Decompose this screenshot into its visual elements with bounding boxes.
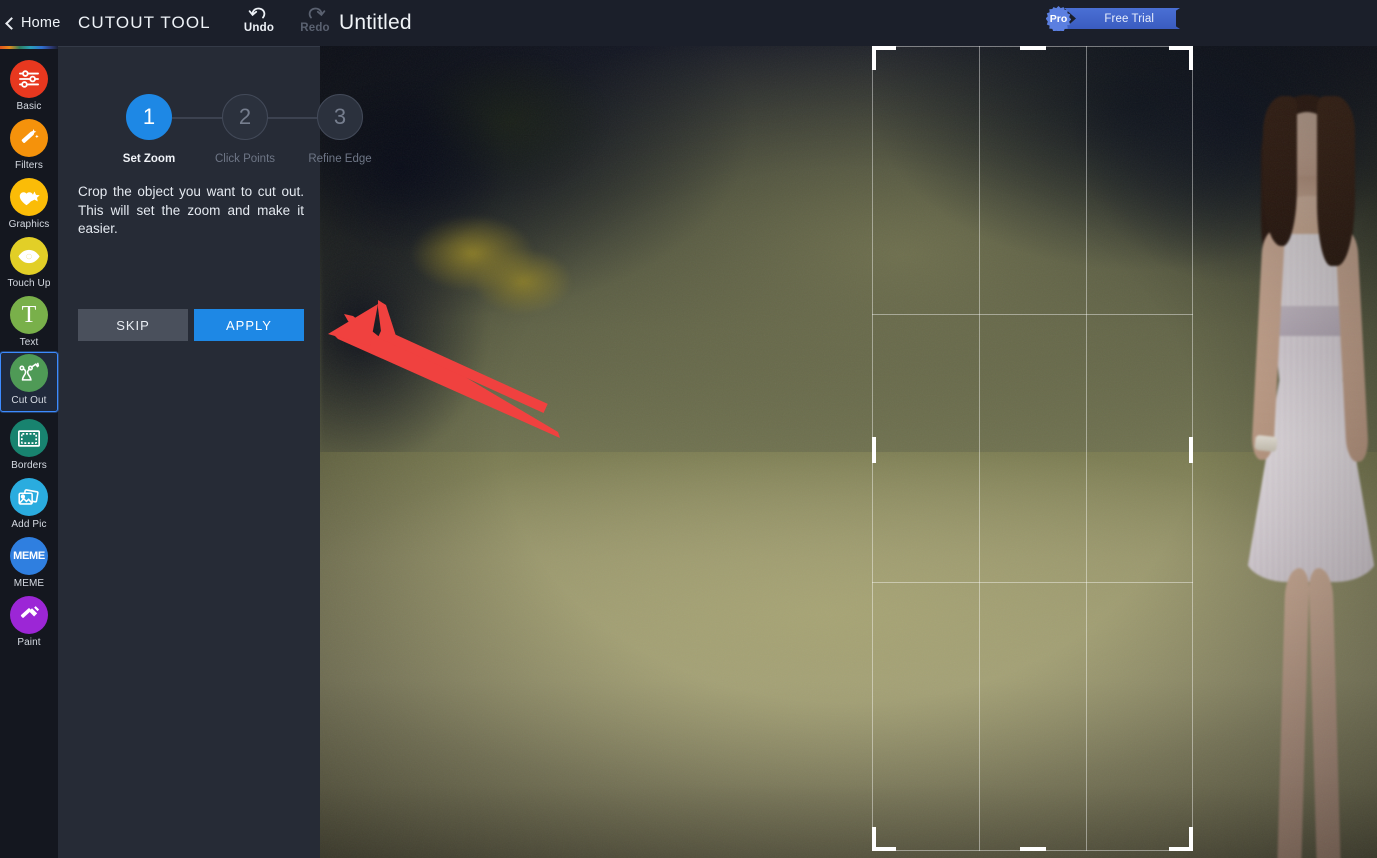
sidebar-item-label-paint: Paint — [17, 637, 41, 648]
free-trial-label: Free Trial — [1104, 12, 1154, 25]
text-t-icon: T — [10, 296, 48, 334]
step-1-label: Set Zoom — [122, 153, 176, 165]
sidebar-item-text[interactable]: T Text — [0, 295, 58, 353]
redo-icon — [308, 7, 326, 19]
sidebar-item-label-text: Text — [19, 337, 39, 348]
sidebar-item-label-borders: Borders — [11, 460, 47, 471]
step-3-number: 3 — [333, 104, 347, 129]
photo-grain — [320, 46, 1377, 858]
sidebar-item-add-pic[interactable]: Add Pic — [0, 477, 58, 535]
free-trial-ribbon: Free Trial — [1064, 8, 1176, 29]
step-3-circle[interactable]: 3 — [317, 94, 363, 140]
home-button-label: Home — [21, 15, 61, 31]
undo-label: Undo — [243, 22, 275, 34]
sidebar-item-label-cut-out: Cut Out — [11, 395, 47, 406]
step-1-number: 1 — [142, 104, 156, 129]
sidebar-item-graphics[interactable]: Graphics — [0, 177, 58, 235]
frame-icon — [10, 419, 48, 457]
step-1-circle[interactable]: 1 — [126, 94, 172, 140]
redo-button[interactable]: Redo — [294, 3, 336, 34]
undo-redo-group: Undo Redo — [238, 3, 336, 34]
sidebar-item-label-meme: MEME — [13, 578, 45, 589]
sidebar-item-label-touch-up: Touch Up — [7, 278, 51, 289]
photos-icon — [10, 478, 48, 516]
pro-seal-icon: Pro — [1046, 6, 1071, 31]
magic-wand-icon — [10, 119, 48, 157]
rail-color-strip — [0, 46, 58, 49]
tool-title: CUTOUT TOOL — [78, 13, 211, 32]
tool-panel: 1 2 3 Set Zoom Click Points Refine Edge … — [58, 46, 372, 858]
sidebar-item-meme[interactable]: MEME MEME — [0, 536, 58, 594]
sidebar-item-paint[interactable]: Paint — [0, 595, 58, 653]
top-bar: Home CUTOUT TOOL Undo Redo Untitled Free… — [0, 0, 1377, 46]
meme-icon: MEME — [10, 537, 48, 575]
sidebar-item-label-add-pic: Add Pic — [11, 519, 47, 530]
sliders-icon — [10, 60, 48, 98]
panel-action-buttons: SKIP APPLY — [78, 309, 304, 341]
home-button[interactable]: Home — [0, 0, 61, 46]
pro-label: Pro — [1049, 12, 1068, 25]
document-title: Untitled — [339, 11, 412, 34]
redo-label: Redo — [300, 22, 330, 34]
chevron-left-icon — [5, 16, 18, 30]
heart-star-icon — [10, 178, 48, 216]
paintbrush-icon — [10, 596, 48, 634]
sidebar-item-borders[interactable]: Borders — [0, 418, 58, 476]
sidebar-item-basic[interactable]: Basic — [0, 59, 58, 117]
apply-button[interactable]: APPLY — [194, 309, 304, 341]
step-3-label: Refine Edge — [308, 153, 372, 165]
tool-rail: Basic Filters Graphics Touch Up T Text C… — [0, 46, 58, 858]
sidebar-item-label-basic: Basic — [16, 101, 42, 112]
undo-button[interactable]: Undo — [238, 3, 280, 34]
sidebar-item-cut-out[interactable]: Cut Out — [0, 352, 58, 412]
step-2-label: Click Points — [214, 153, 276, 165]
scissors-cut-icon — [10, 354, 48, 392]
sidebar-item-touch-up[interactable]: Touch Up — [0, 236, 58, 294]
sidebar-item-label-graphics: Graphics — [8, 219, 50, 230]
sidebar-item-filters[interactable]: Filters — [0, 118, 58, 176]
instruction-text: Crop the object you want to cut out. Thi… — [78, 184, 304, 237]
photo-woman-in-field — [320, 46, 1377, 858]
skip-button[interactable]: SKIP — [78, 309, 188, 341]
image-canvas[interactable] — [320, 46, 1377, 858]
eye-icon — [10, 237, 48, 275]
undo-icon — [248, 7, 266, 19]
step-2-number: 2 — [238, 104, 252, 129]
step-connector-1 — [172, 117, 222, 119]
step-connector-2 — [267, 117, 317, 119]
step-2-circle[interactable]: 2 — [222, 94, 268, 140]
app-root: 1 2 3 Set Zoom Click Points Refine Edge … — [0, 0, 1377, 858]
sidebar-item-label-filters: Filters — [15, 160, 43, 171]
step-indicator: 1 2 3 Set Zoom Click Points Refine Edge — [58, 69, 372, 165]
